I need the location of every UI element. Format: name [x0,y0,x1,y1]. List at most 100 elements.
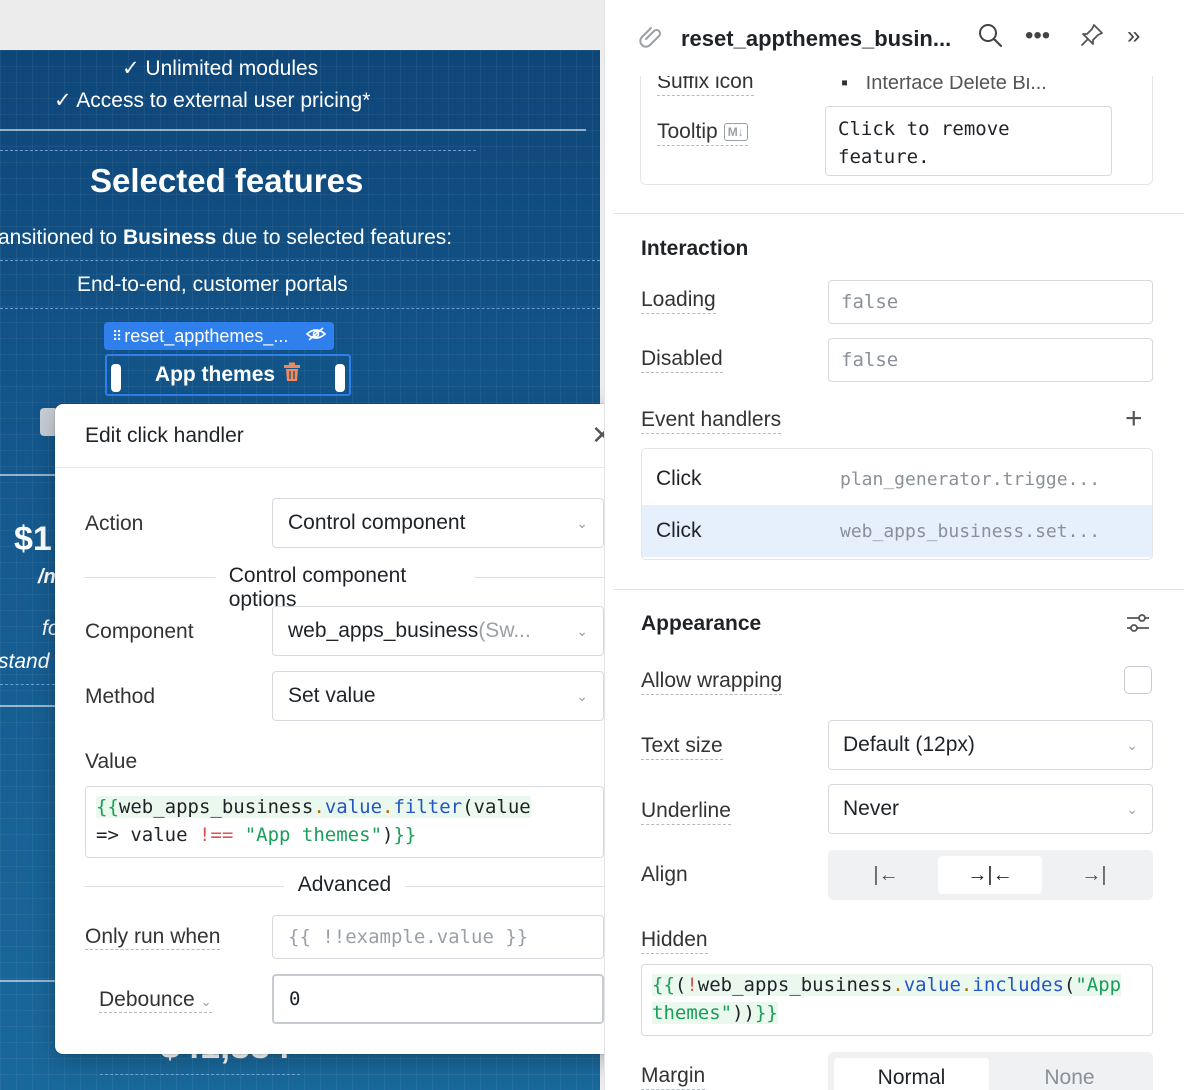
code-token: !== [198,824,234,846]
selection-outline [0,260,600,261]
hidden-eye-icon[interactable] [305,326,327,347]
divider [613,589,1184,590]
selection-outline [0,308,600,309]
code-token: . [382,796,394,818]
transition-prefix: ansitioned to [0,226,123,249]
code-token: . [892,974,904,996]
event-name: Click [656,519,702,542]
selection-outline [0,684,60,685]
chevron-down-icon: ⌄ [576,514,588,531]
align-left-icon[interactable]: |← [834,856,938,894]
align-right-icon[interactable]: →| [1042,856,1146,894]
selection-outline [0,150,476,151]
event-handler-row[interactable]: Click plan_generator.trigge... [642,453,1152,505]
action-select[interactable]: Control component ⌄ [272,498,604,548]
divider [0,129,586,131]
tooltip-input[interactable]: Click to remove feature. [825,106,1112,176]
text-size-value: Default (12px) [843,733,975,756]
search-icon[interactable] [977,22,1003,55]
more-icon[interactable]: ••• [1025,22,1050,50]
text-size-select[interactable]: Default (12px) ⌄ [828,720,1153,770]
underline-value: Never [843,797,900,820]
code-token: . [313,796,325,818]
value-code-editor[interactable]: {{web_apps_business.value.filter(value =… [85,786,604,858]
app-themes-button-label: App themes [154,363,276,386]
align-segmented-control: |← →|← →| [828,850,1153,900]
transition-suffix: due to selected features: [216,226,453,249]
add-event-handler-icon[interactable]: + [1125,402,1143,436]
paperclip-icon [637,22,663,55]
debounce-label: Debounce [99,988,195,1011]
price-note-text-2: stand [0,650,50,673]
app-themes-button[interactable]: App themes [105,354,351,396]
transition-text: ansitioned to Business due to selected f… [0,226,452,250]
markdown-icon: M↓ [723,123,748,142]
collapse-panel-icon[interactable]: » [1127,22,1140,50]
code-token: }} [393,824,417,846]
control-component-options-separator: Control component options [85,564,604,612]
disabled-label: Disabled [641,347,723,373]
align-label: Align [641,863,688,886]
advanced-separator: Advanced [85,873,604,897]
event-handler-row-selected[interactable]: Click web_apps_business.set... [642,505,1152,557]
modal-title: Edit click handler [85,424,244,447]
allow-wrapping-checkbox[interactable] [1124,666,1152,694]
divider [0,980,60,982]
margin-normal-option[interactable]: Normal [834,1058,989,1090]
selected-features-heading: Selected features [90,162,364,199]
action-select-value: Control component [288,511,466,534]
method-select[interactable]: Set value ⌄ [272,671,604,721]
component-tag[interactable]: ⠿ reset_appthemes_... [104,322,334,350]
debounce-dropdown[interactable]: Debounce ⌄ [99,988,212,1013]
divider [0,474,60,476]
code-token: "App themes" [244,824,383,846]
component-select-value: web_apps_business [288,619,479,642]
modal-header: Edit click handler ✕ [55,404,633,468]
hidden-code-editor[interactable]: {{(!web_apps_business.value.includes("Ap… [641,964,1153,1036]
debounce-input[interactable]: 0 [272,974,604,1024]
margin-segmented-control: Normal None [828,1052,1153,1090]
code-token: (value [462,796,531,818]
component-select[interactable]: web_apps_business (Sw... ⌄ [272,606,604,656]
code-token: web_apps_business [697,974,893,996]
underline-select[interactable]: Never ⌄ [828,784,1153,834]
only-run-when-input[interactable]: {{ !!example.value }} [272,915,604,959]
event-handlers-label: Event handlers [641,408,782,434]
edit-click-handler-modal[interactable]: Edit click handler ✕ Action Control comp… [55,404,633,1054]
resize-handle-right[interactable] [335,364,345,392]
code-token: includes [972,974,1064,996]
drag-handle-icon[interactable]: ⠿ [112,328,122,345]
margin-none-option[interactable]: None [992,1058,1147,1090]
hidden-label: Hidden [641,928,708,954]
chevron-down-icon: ⌄ [576,622,588,639]
pin-icon[interactable] [1079,22,1105,55]
margin-label: Margin [641,1064,706,1090]
component-tag-label: reset_appthemes_... [124,325,289,346]
code-token: => value [96,824,199,846]
settings-sliders-icon[interactable] [1125,610,1151,641]
appearance-heading: Appearance [641,612,762,635]
interaction-heading: Interaction [641,237,749,260]
component-label: Component [85,620,194,643]
resize-handle-left[interactable] [111,364,121,392]
underline-label: Underline [641,799,731,825]
code-token: ( [1063,974,1076,996]
code-token: value [903,974,961,996]
component-name[interactable]: reset_appthemes_busin... [681,26,951,52]
loading-input[interactable]: false [828,280,1153,324]
chevron-down-icon: ⌄ [1126,800,1138,817]
section-title: Control component options [214,564,475,612]
allow-wrapping-label: Allow wrapping [641,669,783,695]
code-token: {{ [96,796,119,818]
align-center-icon[interactable]: →|← [938,856,1042,894]
code-token: ) [382,824,394,846]
code-token: ( [674,974,687,996]
disabled-input[interactable]: false [828,338,1153,382]
component-type-suffix: (Sw... [478,619,531,642]
event-handlers-list: Click plan_generator.trigge... Click web… [641,448,1153,560]
event-name: Click [656,467,702,490]
text-size-label: Text size [641,734,723,760]
divider [613,213,1184,214]
feature-check-unlimited: ✓ Unlimited modules [122,57,319,80]
action-label: Action [85,512,144,535]
